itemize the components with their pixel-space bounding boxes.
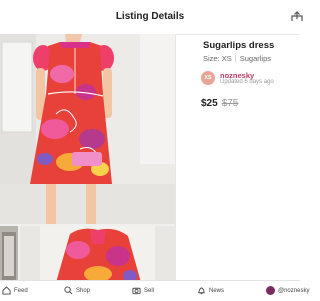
camera-icon [132,287,141,295]
original-price: $75 [221,98,239,109]
listing-title: Sugarlips dress [203,40,275,51]
photo-thumbnail[interactable] [20,226,175,280]
meta-separator: | [234,54,237,63]
updated-time: Updated 6 days ago [220,79,274,85]
tab-label: News [209,288,225,294]
tab-label: @noznesky [278,288,310,294]
home-icon [2,286,11,295]
seller-avatar[interactable]: XS [201,71,215,85]
tab-label: Shop [76,288,91,294]
seller-info[interactable]: XS noznesky Updated 6 days ago [201,70,297,88]
tab-label: Feed [14,288,28,294]
share-icon[interactable] [290,11,304,23]
brand-link[interactable]: Sugarlips [240,54,271,63]
size-label: Size: XS [203,54,232,63]
current-price: $25 [201,98,218,109]
profile-avatar [266,286,275,295]
bell-icon [198,287,205,295]
panel-divider [175,34,176,280]
listing-meta: Size: XS | Sugarlips [203,54,271,63]
top-bar: Listing Details [0,0,303,35]
page-title: Listing Details [115,11,185,22]
main-listing-photo[interactable] [0,34,175,224]
price-row: $25 $75 [201,98,238,109]
tab-label: Sell [144,288,155,294]
photo-thumbnail[interactable] [0,226,18,280]
listing-photos [0,34,175,280]
search-icon [64,286,73,295]
bottom-tab-bar: Feed Shop Sell News @noznesky [0,280,309,301]
